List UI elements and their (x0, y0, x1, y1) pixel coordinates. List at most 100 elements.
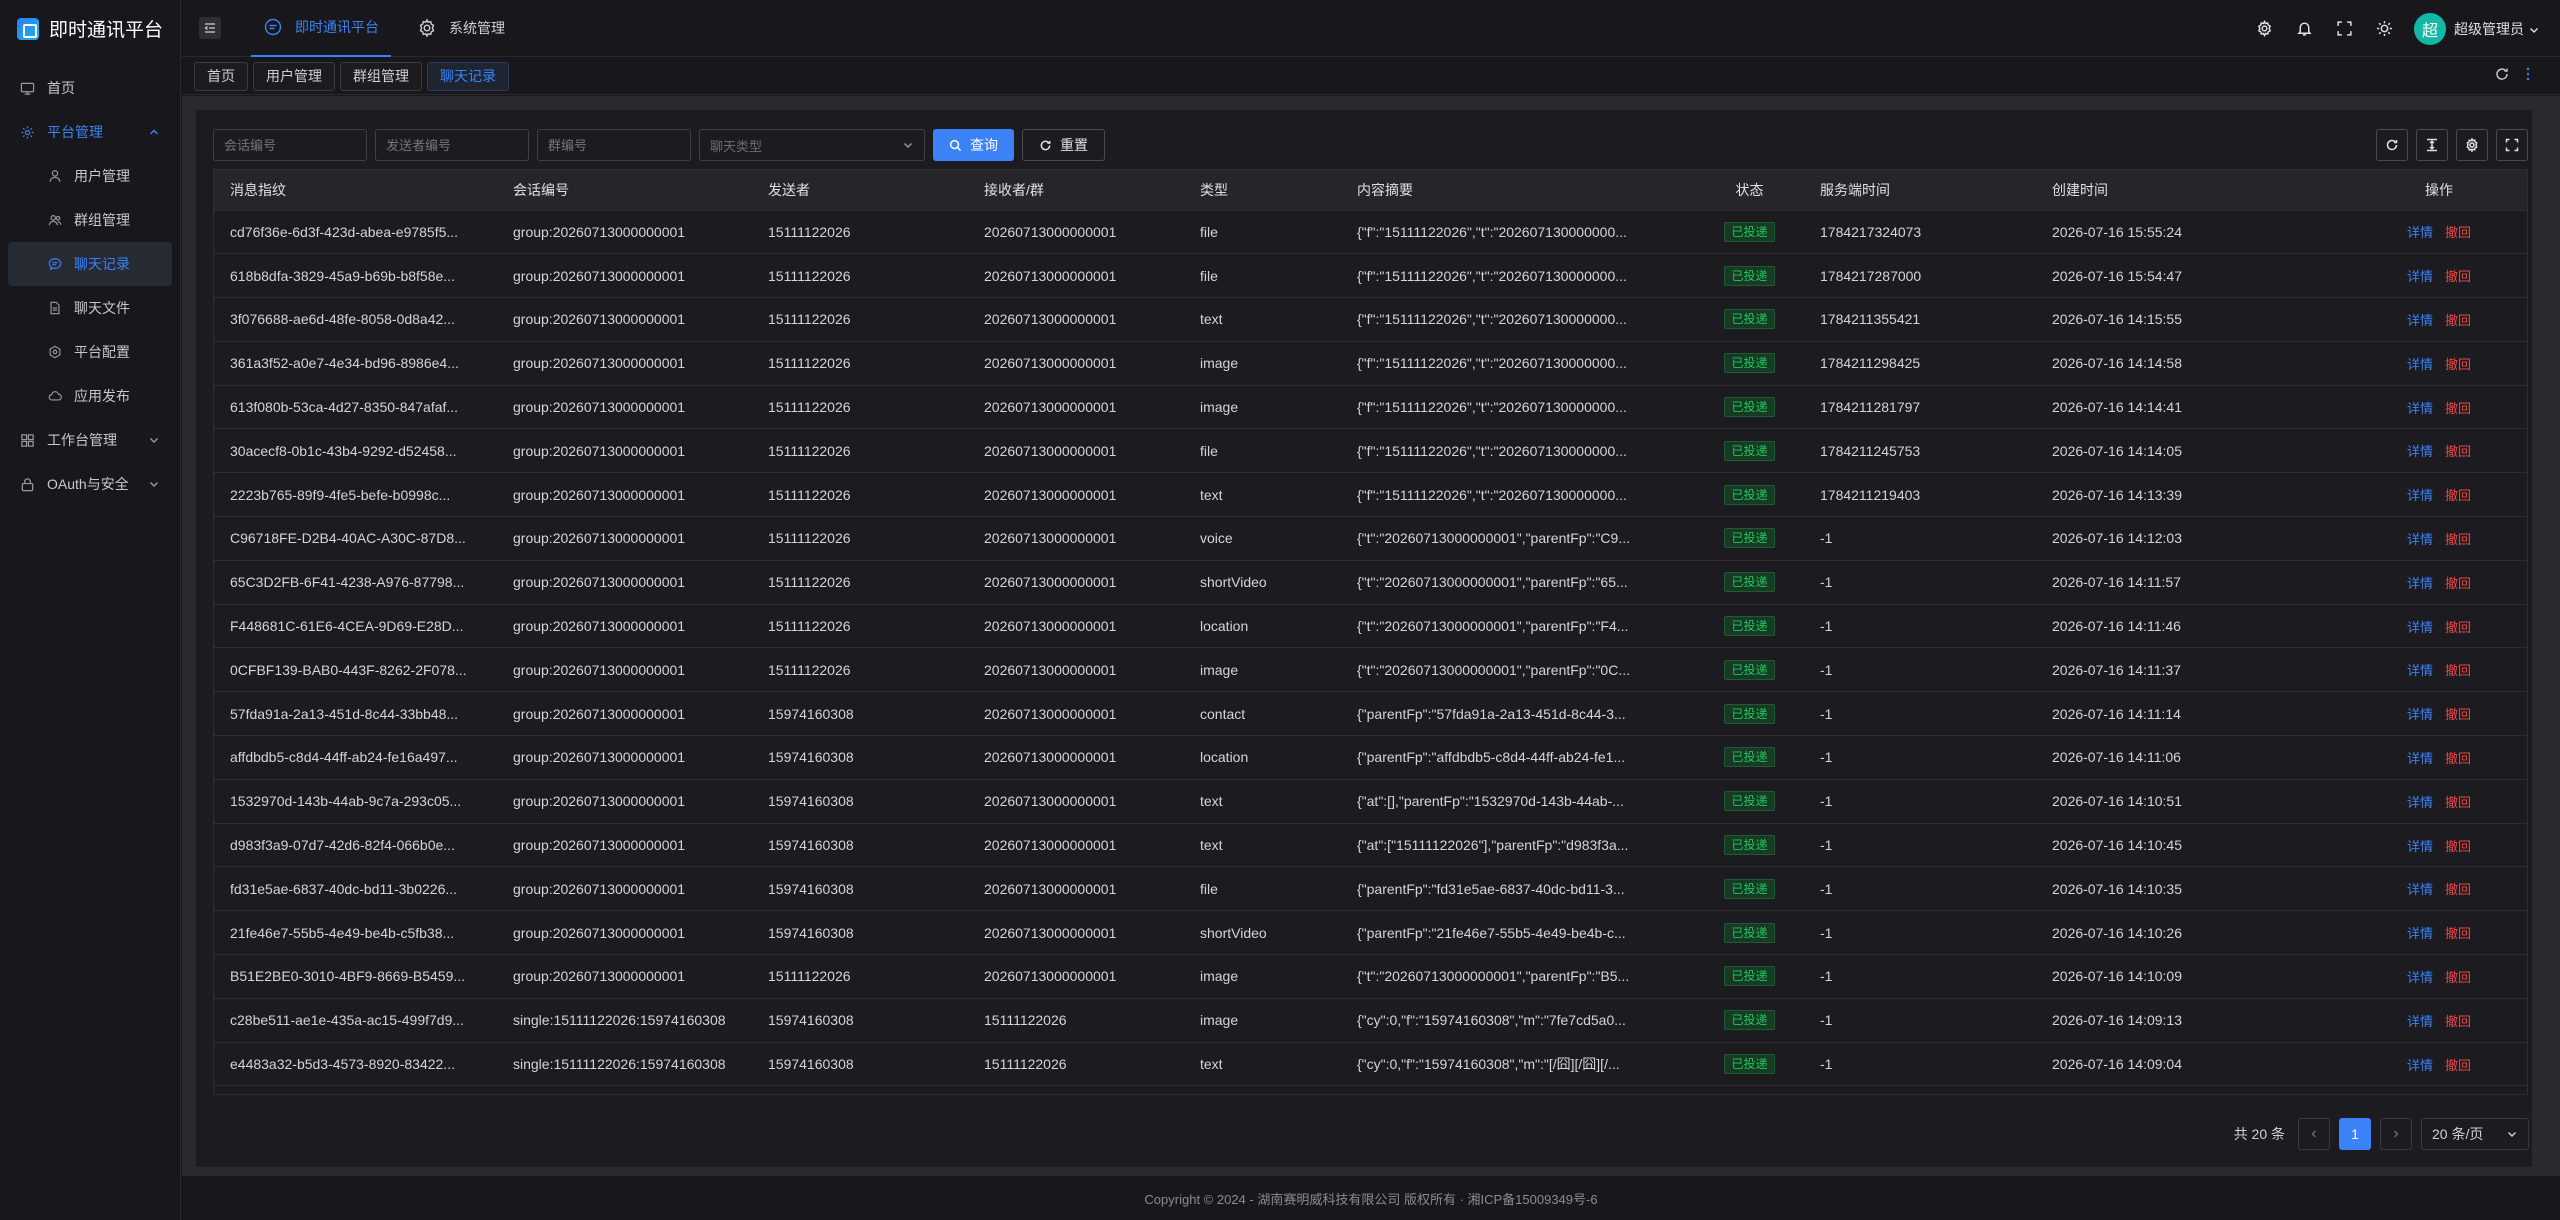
revoke-link[interactable]: 撤回 (2445, 488, 2471, 503)
tab-groups[interactable]: 群组管理 (340, 61, 422, 91)
table-row[interactable]: c28be511-ae1e-435a-ac15-499f7d9... single… (214, 998, 2527, 1043)
tab-chat-records[interactable]: 聊天记录 (427, 61, 509, 91)
table-row[interactable]: 65C3D2FB-6F41-4238-A976-87798... group:20… (214, 560, 2527, 605)
sidebar-item-chat-records[interactable]: 聊天记录 (8, 242, 172, 286)
avatar[interactable]: 超 (2414, 12, 2446, 45)
revoke-link[interactable]: 撤回 (2445, 970, 2471, 985)
sidebar-item-oauth[interactable]: OAuth与安全 (0, 462, 180, 506)
query-button[interactable]: 查询 (933, 129, 1014, 161)
session-id-input[interactable] (213, 129, 367, 161)
revoke-link[interactable]: 撤回 (2445, 576, 2471, 591)
tab-home[interactable]: 首页 (194, 61, 248, 91)
detail-link[interactable]: 详情 (2407, 313, 2433, 328)
revoke-link[interactable]: 撤回 (2445, 444, 2471, 459)
sidebar-collapse-button[interactable] (199, 17, 221, 39)
detail-link[interactable]: 详情 (2407, 620, 2433, 635)
table-row[interactable]: C96718FE-D2B4-40AC-A30C-87D8... group:202… (214, 516, 2527, 561)
revoke-link[interactable]: 撤回 (2445, 839, 2471, 854)
detail-link[interactable]: 详情 (2407, 663, 2433, 678)
next-page-button[interactable] (2380, 1118, 2412, 1150)
revoke-link[interactable]: 撤回 (2445, 751, 2471, 766)
detail-link[interactable]: 详情 (2407, 926, 2433, 941)
detail-link[interactable]: 详情 (2407, 795, 2433, 810)
bell-icon[interactable] (2294, 19, 2314, 39)
chevron-down-icon[interactable] (2528, 23, 2540, 35)
detail-link[interactable]: 详情 (2407, 269, 2433, 284)
detail-link[interactable]: 详情 (2407, 970, 2433, 985)
table-row[interactable]: affdbdb5-c8d4-44ff-ab24-fe16a497... group… (214, 735, 2527, 780)
table-row[interactable]: 21fe46e7-55b5-4e49-be4b-c5fb38... group:2… (214, 910, 2527, 956)
detail-link[interactable]: 详情 (2407, 532, 2433, 547)
settings-icon[interactable] (2254, 19, 2274, 39)
revoke-link[interactable]: 撤回 (2445, 357, 2471, 372)
detail-link[interactable]: 详情 (2407, 1014, 2433, 1029)
revoke-link[interactable]: 撤回 (2445, 401, 2471, 416)
detail-link[interactable]: 详情 (2407, 225, 2433, 240)
revoke-link[interactable]: 撤回 (2445, 707, 2471, 722)
table-row[interactable]: 613f080b-53ca-4d27-8350-847afaf... group:… (214, 385, 2527, 430)
table-row[interactable]: F448681C-61E6-4CEA-9D69-E28D... group:202… (214, 604, 2527, 649)
fullscreen-icon[interactable] (2334, 19, 2354, 39)
table-row[interactable]: fd31e5ae-6837-40dc-bd11-3b0226... group:2… (214, 866, 2527, 912)
more-vertical-icon[interactable] (2520, 66, 2536, 85)
page-number[interactable]: 1 (2339, 1118, 2371, 1150)
detail-link[interactable]: 详情 (2407, 1058, 2433, 1073)
detail-link[interactable]: 详情 (2407, 839, 2433, 854)
table-row[interactable]: cd76f36e-6d3f-423d-abea-e9785f5... group:… (214, 210, 2527, 255)
sidebar-item-workbench[interactable]: 工作台管理 (0, 418, 180, 462)
table-row[interactable]: 57fda91a-2a13-451d-8c44-33bb48... group:2… (214, 691, 2527, 737)
refresh-icon[interactable] (2494, 66, 2510, 85)
table-row[interactable]: B51E2BE0-3010-4BF9-8669-B5459... group:20… (214, 954, 2527, 999)
sender-id-input[interactable] (375, 129, 529, 161)
nav-im-platform[interactable]: 即时通讯平台 (251, 0, 391, 57)
column-settings-button[interactable] (2456, 129, 2488, 161)
group-id-input[interactable] (537, 129, 691, 161)
detail-link[interactable]: 详情 (2407, 401, 2433, 416)
revoke-link[interactable]: 撤回 (2445, 795, 2471, 810)
sidebar-item-app-release[interactable]: 应用发布 (8, 374, 172, 418)
table-row[interactable]: 30acecf8-0b1c-43b4-9292-d52458... group:2… (214, 428, 2527, 474)
table-row[interactable]: 361a3f52-a0e7-4e34-bd96-8986e4... group:2… (214, 341, 2527, 386)
revoke-link[interactable]: 撤回 (2445, 225, 2471, 240)
sidebar-item-users[interactable]: 用户管理 (8, 154, 172, 198)
sidebar-item-home[interactable]: 首页 (0, 66, 180, 110)
sun-icon[interactable] (2374, 19, 2394, 39)
sidebar-item-chat-files[interactable]: 聊天文件 (8, 286, 172, 330)
fullscreen-table-button[interactable] (2496, 129, 2528, 161)
revoke-link[interactable]: 撤回 (2445, 1058, 2471, 1073)
detail-link[interactable]: 详情 (2407, 882, 2433, 897)
revoke-link[interactable]: 撤回 (2445, 882, 2471, 897)
detail-link[interactable]: 详情 (2407, 444, 2433, 459)
detail-link[interactable]: 详情 (2407, 357, 2433, 372)
brand[interactable]: 即时通讯平台 (0, 0, 180, 57)
sidebar-item-platform[interactable]: 平台管理 (0, 110, 180, 154)
table-row[interactable]: d983f3a9-07d7-42d6-82f4-066b0e... group:2… (214, 823, 2527, 868)
revoke-link[interactable]: 撤回 (2445, 532, 2471, 547)
refresh-table-button[interactable] (2376, 129, 2408, 161)
detail-link[interactable]: 详情 (2407, 707, 2433, 722)
table-row[interactable]: 0CFBF139-BAB0-443F-8262-2F078... group:20… (214, 647, 2527, 693)
chat-type-select[interactable]: 聊天类型 (699, 129, 925, 161)
reset-button[interactable]: 重置 (1022, 129, 1105, 161)
table-row[interactable]: 1532970d-143b-44ab-9c7a-293c05... group:2… (214, 779, 2527, 824)
sidebar-item-platform-config[interactable]: 平台配置 (8, 330, 172, 374)
sidebar-item-groups[interactable]: 群组管理 (8, 198, 172, 242)
user-name[interactable]: 超级管理员 (2454, 19, 2524, 39)
nav-system-management[interactable]: 系统管理 (405, 0, 517, 57)
table-row[interactable]: 2223b765-89f9-4fe5-befe-b0998c... group:2… (214, 472, 2527, 518)
table-row[interactable]: 618b8dfa-3829-45a9-b69b-b8f58e... group:2… (214, 253, 2527, 299)
revoke-link[interactable]: 撤回 (2445, 1014, 2471, 1029)
density-button[interactable] (2416, 129, 2448, 161)
revoke-link[interactable]: 撤回 (2445, 313, 2471, 328)
table-row[interactable]: 3f076688-ae6d-48fe-8058-0d8a42... group:2… (214, 297, 2527, 342)
detail-link[interactable]: 详情 (2407, 488, 2433, 503)
revoke-link[interactable]: 撤回 (2445, 620, 2471, 635)
prev-page-button[interactable] (2298, 1118, 2330, 1150)
detail-link[interactable]: 详情 (2407, 576, 2433, 591)
table-row[interactable]: e4483a32-b5d3-4573-8920-83422... single:1… (214, 1042, 2527, 1087)
detail-link[interactable]: 详情 (2407, 751, 2433, 766)
revoke-link[interactable]: 撤回 (2445, 926, 2471, 941)
revoke-link[interactable]: 撤回 (2445, 663, 2471, 678)
tab-users[interactable]: 用户管理 (253, 61, 335, 91)
revoke-link[interactable]: 撤回 (2445, 269, 2471, 284)
